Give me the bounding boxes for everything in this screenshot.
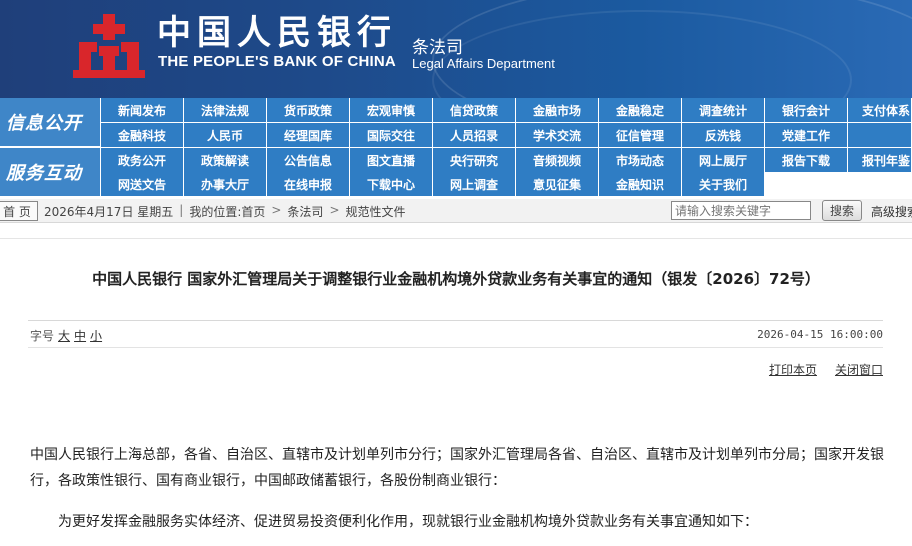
current-date: 2026年4月17日 星期五 (44, 205, 174, 219)
nav-item[interactable]: 经理国库 (266, 123, 349, 147)
nav-section-info-disclosure: 信息公开 (0, 98, 100, 146)
print-page-link[interactable]: 打印本页 (769, 361, 817, 378)
nav-item[interactable]: 信贷政策 (432, 98, 515, 122)
nav-item[interactable]: 央行研究 (432, 148, 515, 172)
nav-item[interactable]: 金融稳定 (598, 98, 681, 122)
nav-item[interactable]: 网上调查 (432, 172, 515, 196)
nav-item[interactable]: 银行会计 (764, 98, 847, 122)
nav-item[interactable]: 关于我们 (681, 172, 764, 196)
nav-item[interactable]: 下载中心 (349, 172, 432, 196)
nav-item-empty (847, 123, 911, 147)
nav-item[interactable]: 新闻发布 (100, 98, 183, 122)
article-paragraph: 为更好发挥金融服务实体经济、促进贸易投资便利化作用，现就银行业金融机构境外贷款业… (58, 514, 758, 530)
breadcrumb-bar: 首 页 2026年4月17日 星期五 | 我的位置:首页 > 条法司 > 规范性… (0, 199, 912, 223)
nav-item[interactable]: 网送文告 (100, 172, 183, 196)
font-size-switcher: 字号 大 中 小 (30, 327, 102, 344)
bank-name-en: THE PEOPLE'S BANK OF CHINA (158, 53, 396, 70)
nav-item[interactable]: 党建工作 (764, 123, 847, 147)
nav-item[interactable]: 人员招录 (432, 123, 515, 147)
nav-item[interactable]: 金融科技 (100, 123, 183, 147)
divider (28, 347, 883, 348)
breadcrumb-category[interactable]: 规范性文件 (346, 203, 406, 220)
advanced-search-link[interactable]: 高级搜索 (871, 203, 912, 220)
nav-item[interactable]: 政策解读 (183, 148, 266, 172)
nav-item[interactable]: 网上展厅 (681, 148, 764, 172)
department-name-cn: 条法司 (412, 38, 463, 58)
nav-item[interactable]: 报刊年鉴 (847, 148, 911, 172)
article-actions: 打印本页 关闭窗口 (769, 361, 883, 378)
search-button[interactable]: 搜索 (822, 200, 862, 221)
nav-item[interactable]: 音频视频 (515, 148, 598, 172)
article-paragraph: 中国人民银行上海总部，各省、自治区、直辖市及计划单列市分行；国家外汇管理局各省、… (30, 447, 884, 489)
nav-item[interactable]: 国际交往 (349, 123, 432, 147)
divider (28, 320, 883, 321)
article-title: 中国人民银行 国家外汇管理局关于调整银行业金融机构境外贷款业务有关事宜的通知（银… (92, 270, 820, 288)
department-name-en: Legal Affairs Department (412, 56, 555, 71)
nav-item[interactable]: 金融知识 (598, 172, 681, 196)
separator: | (179, 203, 184, 217)
home-tab[interactable]: 首 页 (0, 201, 38, 221)
nav-item[interactable]: 市场动态 (598, 148, 681, 172)
nav-item[interactable]: 金融市场 (515, 98, 598, 122)
nav-row: 新闻发布 法律法规 货币政策 宏观审慎 信贷政策 金融市场 金融稳定 调查统计 … (100, 98, 911, 122)
nav-item[interactable]: 报告下载 (764, 148, 847, 172)
nav-item[interactable]: 宏观审慎 (349, 98, 432, 122)
font-size-large-link[interactable]: 大 (58, 327, 70, 344)
nav-item[interactable]: 法律法规 (183, 98, 266, 122)
bank-name-cn: 中国人民银行 (157, 13, 397, 53)
nav-item[interactable]: 办事大厅 (183, 172, 266, 196)
nav-item[interactable]: 意见征集 (515, 172, 598, 196)
main-navigation: 信息公开 服务互动 新闻发布 法律法规 货币政策 宏观审慎 信贷政策 金融市场 … (0, 98, 912, 196)
pboc-logo-icon[interactable] (73, 12, 145, 78)
font-size-small-link[interactable]: 小 (90, 327, 102, 344)
nav-item[interactable]: 反洗钱 (681, 123, 764, 147)
nav-item[interactable]: 调查统计 (681, 98, 764, 122)
chevron-right-icon: > (271, 203, 282, 217)
chevron-right-icon: > (329, 203, 340, 217)
header-banner: 中国人民银行 THE PEOPLE'S BANK OF CHINA 条法司 Le… (0, 0, 912, 98)
nav-section-service-interaction: 服务互动 (0, 148, 100, 196)
nav-item[interactable]: 货币政策 (266, 98, 349, 122)
breadcrumb-department[interactable]: 条法司 (287, 203, 323, 220)
nav-item[interactable]: 人民币 (183, 123, 266, 147)
nav-row: 网送文告 办事大厅 在线申报 下载中心 网上调查 意见征集 金融知识 关于我们 (100, 172, 764, 196)
nav-item[interactable]: 在线申报 (266, 172, 349, 196)
close-window-link[interactable]: 关闭窗口 (835, 361, 883, 378)
publish-time: 2026-04-15 16:00:00 (757, 328, 883, 341)
font-size-label: 字号 (30, 329, 55, 343)
nav-row: 金融科技 人民币 经理国库 国际交往 人员招录 学术交流 征信管理 反洗钱 党建… (100, 123, 911, 147)
nav-item[interactable]: 政务公开 (100, 148, 183, 172)
nav-item[interactable]: 征信管理 (598, 123, 681, 147)
nav-row: 政务公开 政策解读 公告信息 图文直播 央行研究 音频视频 市场动态 网上展厅 … (100, 148, 911, 172)
nav-item[interactable]: 学术交流 (515, 123, 598, 147)
search-input[interactable] (671, 201, 811, 220)
breadcrumb: 2026年4月17日 星期五 | 我的位置:首页 > 条法司 > 规范性文件 (44, 203, 406, 220)
breadcrumb-home[interactable]: 我的位置:首页 (189, 203, 265, 220)
nav-item[interactable]: 公告信息 (266, 148, 349, 172)
nav-item[interactable]: 支付体系 (847, 98, 911, 122)
font-size-medium-link[interactable]: 中 (74, 327, 86, 344)
nav-item[interactable]: 图文直播 (349, 148, 432, 172)
